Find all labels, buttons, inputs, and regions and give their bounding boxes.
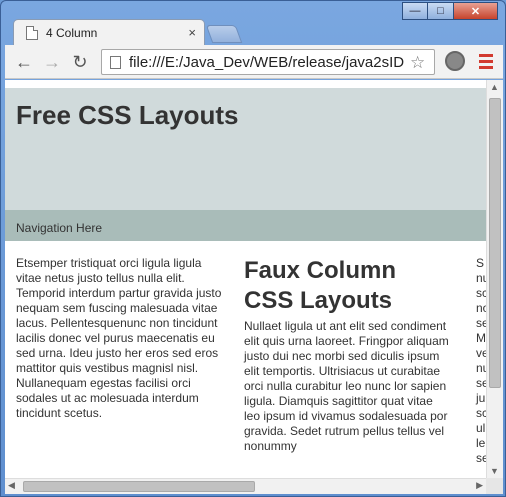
tab-title: 4 Column <box>46 25 98 40</box>
browser-toolbar: ← → ↻ file:///E:/Java_Dev/WEB/release/ja… <box>5 45 503 79</box>
column-3-line: sc <box>476 286 486 300</box>
address-bar[interactable]: file:///E:/Java_Dev/WEB/release/java2sID <box>101 49 435 75</box>
minimize-button[interactable]: — <box>402 2 428 20</box>
close-window-button[interactable]: ✕ <box>454 2 498 20</box>
tab-close-icon[interactable]: × <box>188 25 196 40</box>
scroll-left-icon[interactable]: ◀ <box>8 480 15 491</box>
column-3: SnuscnoseMvenusejuscullese <box>476 256 486 466</box>
page-header: Free CSS Layouts <box>5 88 486 210</box>
url-text: file:///E:/Java_Dev/WEB/release/java2sID <box>129 53 405 71</box>
column-heading: Faux Column CSS Layouts <box>244 257 397 314</box>
horizontal-scroll-thumb[interactable] <box>23 481 255 492</box>
horizontal-scrollbar[interactable]: ◀ ▶ <box>5 478 486 494</box>
vertical-scroll-thumb[interactable] <box>489 98 501 388</box>
column-3-line: se <box>476 316 486 330</box>
menu-icon[interactable] <box>479 54 493 72</box>
scroll-down-icon[interactable]: ▼ <box>490 466 499 476</box>
column-3-line: ve <box>476 346 486 360</box>
column-3-line: ul <box>476 421 486 435</box>
column-3-line: nu <box>476 361 486 375</box>
browser-window: — □ ✕ 4 Column × ← → ↻ file:///E:/Java_D… <box>0 0 506 497</box>
column-3-line: se <box>476 451 486 465</box>
column-3-line: M <box>476 331 486 345</box>
navigation-bar: Navigation Here <box>5 210 486 241</box>
maximize-button[interactable]: □ <box>428 2 454 20</box>
page-icon <box>26 25 38 40</box>
column-text: Nullaet ligula ut ant elit sed condiment… <box>244 319 449 453</box>
column-2: Faux Column CSS Layouts Nullaet ligula u… <box>244 256 452 454</box>
column-3-line: S <box>476 256 485 270</box>
page-title: Free CSS Layouts <box>16 100 239 130</box>
window-controls: — □ ✕ <box>402 2 498 20</box>
column-3-line: sc <box>476 406 486 420</box>
bookmark-star-icon[interactable]: ☆ <box>410 53 425 73</box>
page-viewport: Free CSS Layouts Navigation Here Etsempe… <box>5 80 486 478</box>
extension-icon[interactable] <box>445 51 465 71</box>
scrollbar-corner <box>486 478 503 494</box>
column-3-line: se <box>476 376 486 390</box>
column-3-line: ju <box>476 391 486 405</box>
vertical-scrollbar[interactable]: ▲ ▼ <box>486 80 503 478</box>
column-3-line: nu <box>476 271 486 285</box>
tab-active[interactable]: 4 Column × <box>13 19 205 45</box>
new-tab-button[interactable] <box>205 25 243 43</box>
scroll-up-icon[interactable]: ▲ <box>490 82 499 92</box>
scroll-right-icon[interactable]: ▶ <box>476 480 483 491</box>
forward-icon[interactable]: → <box>41 51 63 73</box>
back-icon[interactable]: ← <box>13 51 35 73</box>
column-1: Etsemper tristiquat orci ligula ligula v… <box>16 256 222 420</box>
reload-icon[interactable]: ↻ <box>69 51 91 73</box>
page-icon <box>110 55 121 69</box>
column-3-line: no <box>476 301 486 315</box>
column-3-line: le <box>476 436 486 450</box>
